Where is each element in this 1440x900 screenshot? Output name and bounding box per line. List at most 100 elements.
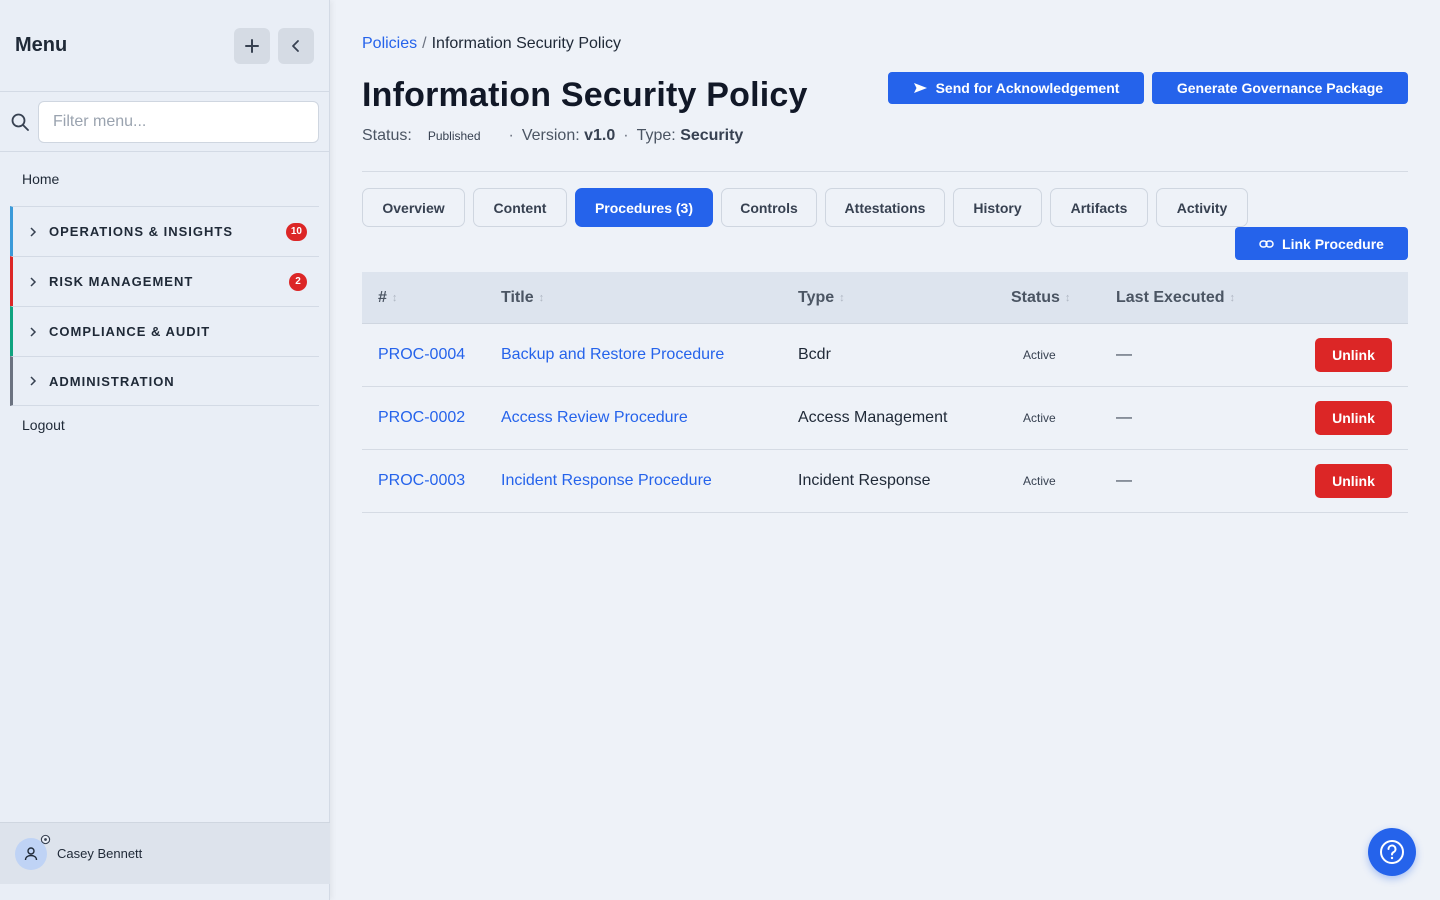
send-for-acknowledgement-button[interactable]: Send for Acknowledgement [888,72,1144,104]
notification-badge: 2 [289,272,307,291]
table-row: PROC-0003 Incident Response Procedure In… [362,450,1408,513]
chevron-right-icon [29,226,41,237]
sidebar: Menu Home OPERATIONS & INSIGHTS 10 RISK … [0,0,330,900]
sort-icon: ↕ [391,291,398,304]
header-label: Title [501,288,534,306]
procedure-type: Bcdr [798,346,831,363]
chevron-right-icon [29,326,41,337]
procedure-type: Access Management [798,409,948,426]
procedure-id-link[interactable]: PROC-0002 [378,409,465,426]
status-badge: Active [1023,348,1056,362]
breadcrumb-separator: / [422,35,427,52]
sidebar-group-compliance[interactable]: COMPLIANCE & AUDIT [10,306,319,356]
tab-activity[interactable]: Activity [1156,188,1248,227]
user-icon [24,846,38,860]
column-header-status[interactable]: Status ↕ [1011,289,1116,307]
avatar [15,834,51,870]
last-executed-value: — [1116,346,1132,363]
search-icon [11,113,29,131]
tab-label: Overview [382,199,445,216]
procedure-title-link[interactable]: Backup and Restore Procedure [501,346,724,363]
type-label: Type: [636,127,676,144]
link-icon [1259,239,1274,248]
policy-meta: Status: Published · Version: v1.0 · Type… [362,127,743,145]
table-header: # ↕ Title ↕ Type ↕ Status ↕ Last Executed ↕ [362,272,1408,324]
sidebar-item-home[interactable]: Home [0,152,329,206]
chevron-right-icon [29,376,41,386]
collapse-sidebar-button[interactable] [278,27,314,64]
chevron-left-icon [292,39,299,52]
last-executed-value: — [1116,409,1132,426]
sort-icon: ↕ [1229,291,1235,304]
status-badge: Active [1023,474,1056,488]
tab-attestations[interactable]: Attestations [825,188,945,227]
breadcrumb-policies-link[interactable]: Policies [362,35,417,52]
sidebar-header: Menu [0,0,329,92]
header-label: Type [798,288,835,306]
procedure-title-link[interactable]: Incident Response Procedure [501,472,712,489]
procedure-id-link[interactable]: PROC-0003 [378,472,465,489]
sidebar-group-risk[interactable]: RISK MANAGEMENT 2 [10,256,319,306]
column-header-last-executed[interactable]: Last Executed ↕ [1116,289,1408,307]
user-profile[interactable]: Casey Bennett [0,822,330,884]
generate-governance-package-label: Generate Governance Package [1176,80,1384,96]
column-header-type[interactable]: Type ↕ [798,289,1011,307]
column-header-title[interactable]: Title ↕ [501,289,798,307]
chevron-right-icon [29,276,41,287]
tab-label: Activity [1176,199,1228,216]
sort-icon: ↕ [538,291,545,304]
header-label: # [378,288,387,306]
tab-artifacts[interactable]: Artifacts [1050,188,1148,227]
help-icon [1380,840,1404,864]
generate-governance-package-button[interactable]: Generate Governance Package [1152,72,1408,104]
table-row: PROC-0004 Backup and Restore Procedure B… [362,324,1408,387]
sidebar-group-label: COMPLIANCE & AUDIT [49,324,211,339]
unlink-button[interactable]: Unlink [1315,338,1392,372]
unlink-button[interactable]: Unlink [1315,464,1392,498]
user-name: Casey Bennett [57,846,143,861]
help-button[interactable] [1368,828,1416,876]
tab-history[interactable]: History [953,188,1042,227]
header-label: Status [1011,288,1060,306]
tab-procedures[interactable]: Procedures (3) [575,188,713,227]
send-icon [913,83,927,93]
tab-label: Artifacts [1070,199,1128,216]
tab-label: Procedures (3) [594,199,694,216]
notification-badge: 10 [285,222,307,241]
tab-label: Controls [740,199,798,216]
send-for-acknowledgement-label: Send for Acknowledgement [935,80,1120,96]
tab-label: Content [493,199,547,216]
filter-menu-input[interactable] [38,100,319,143]
sidebar-group-operations[interactable]: OPERATIONS & INSIGHTS 10 [10,206,319,256]
procedures-table: # ↕ Title ↕ Type ↕ Status ↕ Last Executed ↕ P… [362,272,1408,513]
sidebar-group-label: OPERATIONS & INSIGHTS [49,224,233,239]
tab-controls[interactable]: Controls [721,188,817,227]
unlink-button[interactable]: Unlink [1315,401,1392,435]
procedure-title-link[interactable]: Access Review Procedure [501,409,688,426]
column-header-number[interactable]: # ↕ [362,289,501,307]
sidebar-group-label: ADMINISTRATION [49,373,175,389]
status-label: Status: [362,127,412,144]
type-value: Security [680,127,744,144]
tab-overview[interactable]: Overview [362,188,465,227]
tab-content[interactable]: Content [473,188,567,227]
procedure-type: Incident Response [798,472,931,489]
logout-link[interactable]: Logout [0,406,329,444]
link-procedure-button[interactable]: Link Procedure [1235,227,1408,260]
header-divider [362,171,1408,172]
status-badge: Published [427,129,481,143]
procedure-id-link[interactable]: PROC-0004 [378,346,465,363]
meta-separator: · [508,127,514,144]
breadcrumb: Policies / Information Security Policy [362,35,621,53]
sidebar-title: Menu [15,34,68,56]
add-button[interactable] [234,27,270,64]
tab-bar: Overview Content Procedures (3) Controls… [362,188,1256,227]
version-label: Version: [521,127,580,144]
header-label: Last Executed [1116,288,1225,306]
sort-icon: ↕ [839,291,845,304]
breadcrumb-current: Information Security Policy [431,35,621,52]
page-title: Information Security Policy [362,76,808,114]
gear-icon [40,834,51,844]
sort-icon: ↕ [1064,291,1071,304]
sidebar-group-administration[interactable]: ADMINISTRATION [10,356,319,406]
